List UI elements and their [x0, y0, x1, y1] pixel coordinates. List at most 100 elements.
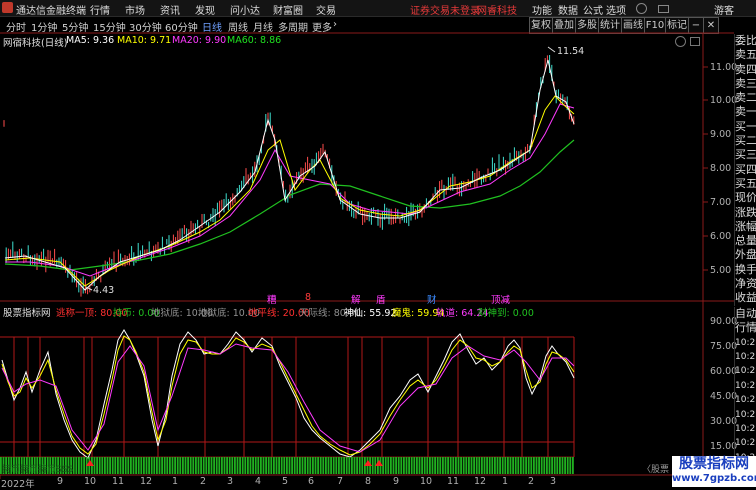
chibi-bar [327, 457, 330, 474]
chibi-bar [488, 457, 491, 474]
chibi-bar [465, 457, 468, 474]
chibi-bar [239, 457, 241, 474]
quote-tab[interactable]: 行情 [735, 321, 756, 335]
chibi-bar [514, 457, 517, 474]
quote-label: 买三 [735, 148, 756, 162]
price-tick: 9.00 [710, 129, 732, 140]
chibi-bar [145, 457, 148, 474]
chibi-bar [572, 457, 574, 474]
time-label: 9 [57, 476, 64, 487]
quote-label: 收益 [735, 291, 756, 305]
chibi-bar [312, 457, 314, 474]
time-label: 10 [84, 476, 97, 487]
guidao-line [1, 343, 575, 453]
chibi-bar [358, 457, 361, 474]
chibi-bar [345, 457, 348, 474]
chibi-bar [119, 457, 122, 474]
signal-tag: 盾 [376, 295, 386, 306]
chibi-bar [481, 457, 483, 474]
low-price-label: 4.43 [93, 285, 115, 296]
chibi-bars [0, 457, 574, 474]
chibi-bar [434, 457, 436, 474]
chibi-bar [296, 457, 299, 474]
chibi-bar [478, 457, 481, 474]
chibi-bar [231, 457, 234, 474]
price-tick: 7.00 [710, 197, 732, 208]
quote-label: 涨跌 [735, 205, 756, 219]
chibi-bar [351, 457, 353, 474]
candlesticks [3, 55, 575, 297]
chibi-bar [273, 457, 275, 474]
time-label: 6 [308, 476, 315, 487]
price-tick: 6.00 [710, 231, 732, 242]
chibi-bar [475, 457, 478, 474]
tick-time: 10:27 [735, 380, 756, 391]
time-label: 2 [200, 476, 207, 487]
chibi-bar [161, 457, 163, 474]
chibi-bar [106, 457, 109, 474]
watermark-box: 股票指标网 www.7gpzb.com [672, 456, 756, 487]
chibi-bar [392, 457, 395, 474]
chibi-bar [304, 457, 306, 474]
chibi-bar [158, 457, 161, 474]
chibi-bar [457, 457, 460, 474]
chibi-bar [455, 457, 457, 474]
chibi-bar [278, 457, 280, 474]
chibi-bar [520, 457, 522, 474]
chibi-bar [80, 457, 83, 474]
ind-label: 地狱底: [151, 308, 183, 319]
chibi-bar [559, 457, 561, 474]
chibi-bar [153, 457, 156, 474]
time-label: 2 [528, 476, 535, 487]
time-label: 11 [447, 476, 460, 487]
chibi-bar [148, 457, 150, 474]
chibi-bar [535, 457, 538, 474]
chibi-bar [260, 457, 262, 474]
ma60-line [4, 139, 575, 271]
chibi-bar [319, 457, 322, 474]
watermark-url: www.7gpzb.com [672, 473, 756, 484]
chibi-bar [267, 457, 270, 474]
chibi-bar [270, 457, 273, 474]
chibi-bar [436, 457, 439, 474]
chibi-bar [343, 457, 345, 474]
chibi-bar [442, 457, 444, 474]
chibi-bar [418, 457, 421, 474]
time-label: 11 [112, 476, 125, 487]
chibi-bar [569, 457, 572, 474]
tick-time: 10:27 [735, 438, 756, 449]
time-label: 8 [365, 476, 372, 487]
chibi-bar [202, 457, 205, 474]
chibi-bar [540, 457, 543, 474]
chibi-bar [236, 457, 239, 474]
chibi-bar [197, 457, 200, 474]
chibi-bar [423, 457, 426, 474]
quote-label: 外盘 [735, 248, 756, 262]
chibi-bar [137, 457, 140, 474]
chibi-bar [322, 457, 325, 474]
chibi-bar [244, 457, 247, 474]
chibi-bar [301, 457, 304, 474]
chibi-bar [130, 457, 132, 474]
quote-label: 买二 [735, 134, 756, 148]
chibi-bar [390, 457, 392, 474]
chibi-bar [221, 457, 223, 474]
chibi-bar [176, 457, 179, 474]
indicator-grid [0, 336, 574, 458]
chibi-bar [494, 457, 496, 474]
chibi-bar [512, 457, 514, 474]
time-label: 12 [474, 476, 487, 487]
tick-time: 10:27 [735, 395, 756, 406]
chibi-bar [348, 457, 351, 474]
quote-label: 买五 [735, 176, 756, 190]
quote-label: 卖四 [735, 62, 756, 76]
ind-label: 神仙: [344, 308, 367, 319]
auto-label[interactable]: 自动 [735, 307, 756, 321]
chibi-bar [182, 457, 184, 474]
chibi-bar [548, 457, 551, 474]
chibi-bar [78, 457, 80, 474]
chibi-bar [470, 457, 473, 474]
chibi-bar [525, 457, 527, 474]
chibi-bar [499, 457, 501, 474]
chibi-bar [166, 457, 169, 474]
